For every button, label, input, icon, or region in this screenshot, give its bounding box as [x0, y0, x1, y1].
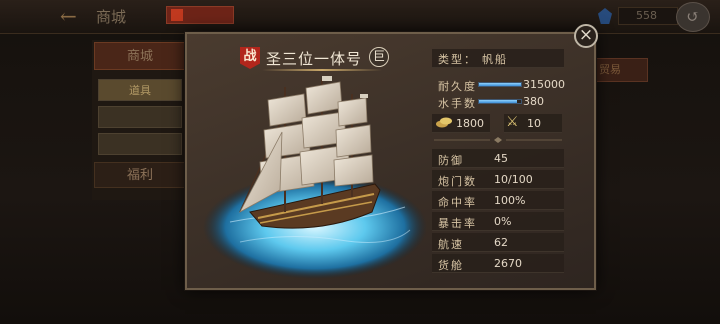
- stat-value: 100%: [494, 194, 526, 207]
- sailors-bar: [478, 99, 522, 104]
- name-underline: [262, 69, 382, 71]
- sailors-value: 380: [523, 95, 544, 108]
- stat-label: 命中率: [438, 196, 477, 209]
- cost-value: 1800: [456, 117, 484, 130]
- ship-name: 圣三位一体号: [266, 50, 363, 68]
- stat-label: 防御: [438, 154, 464, 167]
- stat-label: 炮门数: [438, 175, 477, 188]
- durability-fill: [479, 83, 521, 86]
- stat-value: 2670: [494, 257, 522, 270]
- crossed-swords-value: 10: [527, 117, 541, 130]
- stat-label: 暴击率: [438, 217, 477, 230]
- return-icon[interactable]: ↺: [676, 2, 710, 32]
- size-badge: 巨: [369, 47, 389, 67]
- section-divider: [434, 137, 562, 143]
- ship-illustration: [203, 76, 427, 279]
- type-label: 类型：: [438, 53, 477, 66]
- gem-count: 558: [636, 9, 657, 22]
- durability-label: 耐久度: [438, 80, 477, 93]
- type-value: 帆船: [482, 53, 508, 66]
- stat-value: 45: [494, 152, 508, 165]
- durability-bar: [478, 82, 522, 87]
- left-panel-welfare[interactable]: 福利: [94, 162, 186, 188]
- trade-tab[interactable]: 贸易: [588, 58, 648, 82]
- ship-showcase: [200, 72, 430, 282]
- video-tab[interactable]: [166, 6, 234, 24]
- gold-coins-icon: [436, 117, 452, 128]
- stat-value: 0%: [494, 215, 512, 228]
- left-panel-header[interactable]: 商城: [94, 42, 186, 70]
- left-panel-item-props[interactable]: 道具: [98, 79, 182, 101]
- crossed-swords-icon: ⚔: [506, 114, 519, 130]
- left-panel-item-3[interactable]: [98, 133, 182, 155]
- durability-value: 315000: [523, 78, 565, 91]
- sailors-label: 水手数: [438, 97, 477, 110]
- back-arrow-icon[interactable]: ←: [60, 4, 86, 30]
- close-icon[interactable]: ×: [574, 24, 598, 48]
- stat-label: 货舱: [438, 259, 464, 272]
- left-panel-item-2[interactable]: [98, 106, 182, 128]
- stat-value: 62: [494, 236, 508, 249]
- stat-label: 航速: [438, 238, 464, 251]
- sailors-fill: [479, 100, 517, 103]
- stat-value: 10/100: [494, 173, 533, 186]
- shop-title: 商城: [96, 8, 127, 26]
- play-icon: [171, 9, 183, 21]
